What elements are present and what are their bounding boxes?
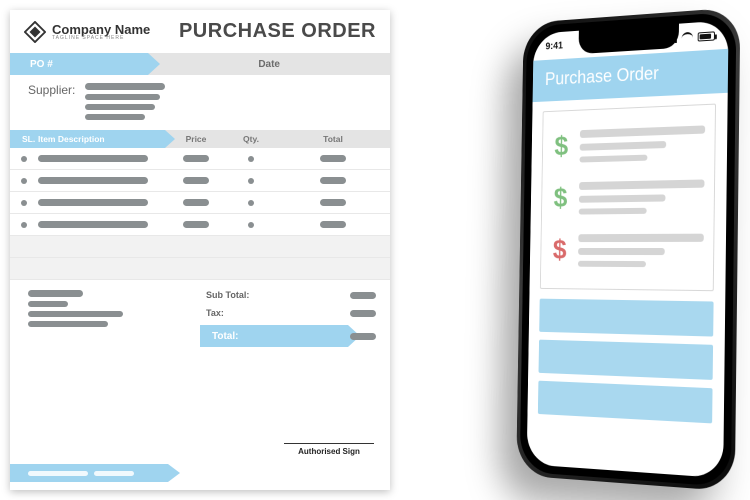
phone-mockup: 9:41 Purchase Order $ $ bbox=[520, 11, 737, 487]
col-sl: SL. bbox=[10, 134, 38, 144]
footer-accent bbox=[10, 464, 180, 482]
action-button[interactable] bbox=[539, 299, 713, 337]
date-label: Date bbox=[258, 59, 280, 70]
sign-label: Authorised Sign bbox=[284, 447, 374, 456]
supplier-label: Supplier: bbox=[28, 83, 75, 97]
table-row bbox=[10, 192, 390, 214]
company-name: Company Name bbox=[52, 23, 150, 36]
company-logo-icon bbox=[24, 21, 46, 43]
dollar-icon: $ bbox=[551, 131, 571, 164]
purchase-order-document: Company Name TAGLINE SPACE HERE PURCHASE… bbox=[10, 10, 390, 490]
col-total: Total bbox=[276, 134, 390, 144]
table-row bbox=[10, 148, 390, 170]
totals-block: Sub Total: Tax: Total: bbox=[206, 286, 376, 347]
action-buttons bbox=[538, 299, 714, 424]
supplier-block: Supplier: bbox=[10, 75, 390, 124]
list-item[interactable]: $ bbox=[550, 223, 704, 277]
order-items-card: $ $ $ bbox=[540, 104, 716, 292]
authorised-sign: Authorised Sign bbox=[284, 443, 374, 456]
battery-icon bbox=[698, 31, 715, 41]
subtotal-label: Sub Total: bbox=[206, 290, 249, 300]
col-qty: Qty. bbox=[226, 134, 276, 144]
table-row bbox=[10, 236, 390, 258]
po-number-label: PO # bbox=[10, 59, 53, 70]
dollar-icon: $ bbox=[551, 182, 571, 215]
phone-mockup-area: 9:41 Purchase Order $ $ bbox=[390, 0, 750, 500]
action-button[interactable] bbox=[538, 381, 713, 424]
summary-section: Sub Total: Tax: Total: bbox=[10, 280, 390, 347]
list-item[interactable]: $ bbox=[551, 115, 705, 173]
table-row bbox=[10, 214, 390, 236]
notes-placeholder bbox=[28, 286, 123, 347]
table-row bbox=[10, 170, 390, 192]
document-title: PURCHASE ORDER bbox=[179, 20, 376, 43]
col-price: Price bbox=[166, 134, 226, 144]
logo-block: Company Name TAGLINE SPACE HERE bbox=[24, 21, 150, 43]
status-time: 9:41 bbox=[545, 40, 563, 52]
list-item[interactable]: $ bbox=[550, 169, 704, 224]
wifi-icon bbox=[682, 32, 693, 43]
items-table-body bbox=[10, 148, 390, 280]
table-row bbox=[10, 258, 390, 280]
document-header: Company Name TAGLINE SPACE HERE PURCHASE… bbox=[10, 10, 390, 49]
phone-screen: 9:41 Purchase Order $ $ bbox=[527, 20, 729, 478]
total-label: Total: bbox=[206, 331, 238, 342]
items-table-header: SL. Item Description Price Qty. Total bbox=[10, 130, 390, 148]
dollar-icon: $ bbox=[550, 234, 570, 266]
action-button[interactable] bbox=[539, 340, 714, 380]
tax-label: Tax: bbox=[206, 308, 224, 318]
po-date-band: PO # Date bbox=[10, 53, 390, 75]
supplier-placeholder-lines bbox=[85, 83, 165, 120]
col-description: Item Description bbox=[38, 134, 166, 144]
